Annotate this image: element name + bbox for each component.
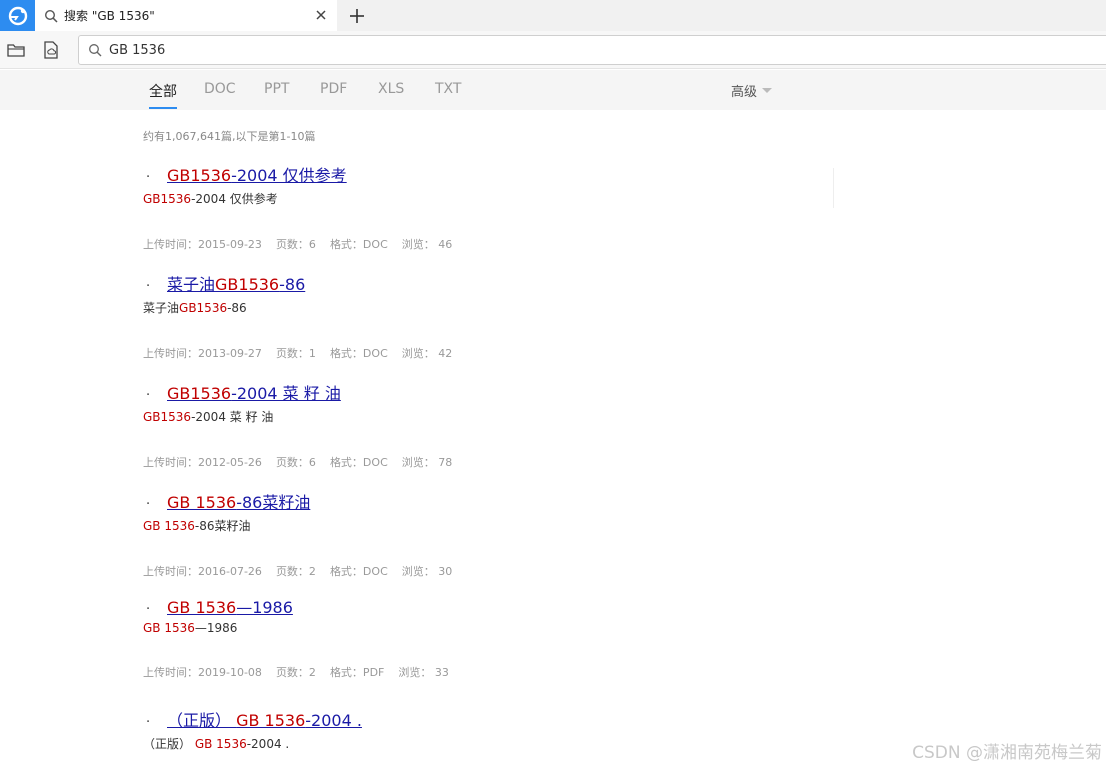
file-format: 格式：DOC: [329, 565, 388, 578]
result-snippet: GB 1536-86菜籽油: [143, 519, 251, 533]
result-snippet: 菜子油GB1536-86: [143, 301, 247, 315]
view-count: 浏览： 30: [401, 565, 453, 578]
active-tab-underline: [149, 107, 177, 109]
view-count: 浏览： 46: [401, 238, 453, 251]
bullet-icon: ·: [146, 715, 151, 730]
watermark: CSDN @潇湘南苑梅兰菊: [912, 743, 1102, 763]
result-title-link[interactable]: （正版） GB 1536-2004 .: [167, 707, 362, 731]
tab-title: 搜索 "GB 1536": [64, 9, 155, 23]
tab-xls[interactable]: XLS: [378, 81, 404, 97]
result-title-link[interactable]: GB 1536-86菜籽油: [167, 489, 310, 513]
result-meta: 上传时间：2012-05-26 页数：6 格式：DOC 浏览： 78: [143, 454, 823, 470]
caret-down-icon: [762, 88, 773, 93]
upload-time: 上传时间：2012-05-26: [143, 456, 262, 469]
result-item: · GB 1536—1986 GB 1536—1986 上传时间：2019-10…: [143, 598, 823, 680]
page-count: 页数：6: [275, 456, 316, 469]
tab-ppt[interactable]: PPT: [264, 81, 289, 97]
result-item: · GB1536-2004 菜 籽 油 GB1536-2004 菜 籽 油 上传…: [143, 380, 823, 470]
page-count: 页数：2: [275, 666, 316, 679]
page-count: 页数：6: [275, 238, 316, 251]
file-format: 格式：DOC: [329, 347, 388, 360]
result-snippet: GB1536-2004 仅供参考: [143, 192, 278, 206]
tab-bar: 搜索 "GB 1536": [0, 0, 1106, 31]
result-item: · （正版） GB 1536-2004 . （正版） GB 1536-2004 …: [143, 707, 823, 752]
filter-bar: 全部 DOC PPT PDF XLS TXT 高级: [0, 70, 1106, 110]
result-snippet: GB 1536—1986: [143, 621, 238, 635]
result-item: · 菜子油GB1536-86 菜子油GB1536-86 上传时间：2013-09…: [143, 271, 823, 361]
file-format: 格式：DOC: [329, 238, 388, 251]
bullet-icon: ·: [146, 602, 151, 617]
result-item: · GB1536-2004 仅供参考 GB1536-2004 仅供参考 上传时间…: [143, 162, 823, 252]
new-tab-plus-icon[interactable]: [346, 5, 368, 27]
close-tab-icon[interactable]: [313, 7, 329, 23]
folder-icon[interactable]: [6, 40, 26, 60]
upload-time: 上传时间：2013-09-27: [143, 347, 262, 360]
upload-time: 上传时间：2016-07-26: [143, 565, 262, 578]
active-tab[interactable]: 搜索 "GB 1536": [35, 0, 337, 31]
result-title-link[interactable]: GB1536-2004 仅供参考: [167, 162, 347, 186]
search-icon: [88, 43, 102, 57]
advanced-label: 高级: [731, 85, 758, 100]
tab-pdf[interactable]: PDF: [320, 81, 347, 97]
result-title-link[interactable]: GB 1536—1986: [167, 598, 293, 617]
browser-logo-icon[interactable]: [0, 0, 35, 31]
result-meta: 上传时间：2013-09-27 页数：1 格式：DOC 浏览： 42: [143, 345, 823, 361]
result-meta: 上传时间：2015-09-23 页数：6 格式：DOC 浏览： 46: [143, 236, 823, 252]
bullet-icon: ·: [146, 388, 151, 403]
view-count: 浏览： 78: [401, 456, 453, 469]
address-bar[interactable]: [78, 35, 1106, 65]
upload-time: 上传时间：2015-09-23: [143, 238, 262, 251]
divider: [833, 168, 834, 208]
result-meta: 上传时间：2016-07-26 页数：2 格式：DOC 浏览： 30: [143, 563, 823, 579]
result-snippet: GB1536-2004 菜 籽 油: [143, 410, 274, 424]
search-input[interactable]: [109, 42, 1009, 58]
tab-all[interactable]: 全部: [149, 81, 177, 101]
result-snippet: （正版） GB 1536-2004 .: [143, 737, 290, 751]
file-format: 格式：PDF: [329, 666, 385, 679]
page-count: 页数：1: [275, 347, 316, 360]
bullet-icon: ·: [146, 279, 151, 294]
result-title-link[interactable]: GB1536-2004 菜 籽 油: [167, 380, 341, 404]
address-toolbar: [0, 31, 1106, 69]
bullet-icon: ·: [146, 497, 151, 512]
tab-doc[interactable]: DOC: [204, 81, 236, 97]
page-count: 页数：2: [275, 565, 316, 578]
advanced-dropdown[interactable]: 高级: [731, 81, 773, 100]
result-title-link[interactable]: 菜子油GB1536-86: [167, 271, 305, 295]
cloud-document-icon[interactable]: [41, 40, 61, 60]
upload-time: 上传时间：2019-10-08: [143, 666, 262, 679]
bullet-icon: ·: [146, 170, 151, 185]
view-count: 浏览： 42: [401, 347, 453, 360]
result-count: 约有1,067,641篇,以下是第1-10篇: [143, 130, 316, 143]
result-item: · GB 1536-86菜籽油 GB 1536-86菜籽油 上传时间：2016-…: [143, 489, 823, 579]
search-icon: [44, 9, 58, 23]
result-meta: 上传时间：2019-10-08 页数：2 格式：PDF 浏览： 33: [143, 664, 823, 680]
view-count: 浏览： 33: [398, 666, 449, 679]
file-format: 格式：DOC: [329, 456, 388, 469]
tab-txt[interactable]: TXT: [435, 81, 461, 97]
